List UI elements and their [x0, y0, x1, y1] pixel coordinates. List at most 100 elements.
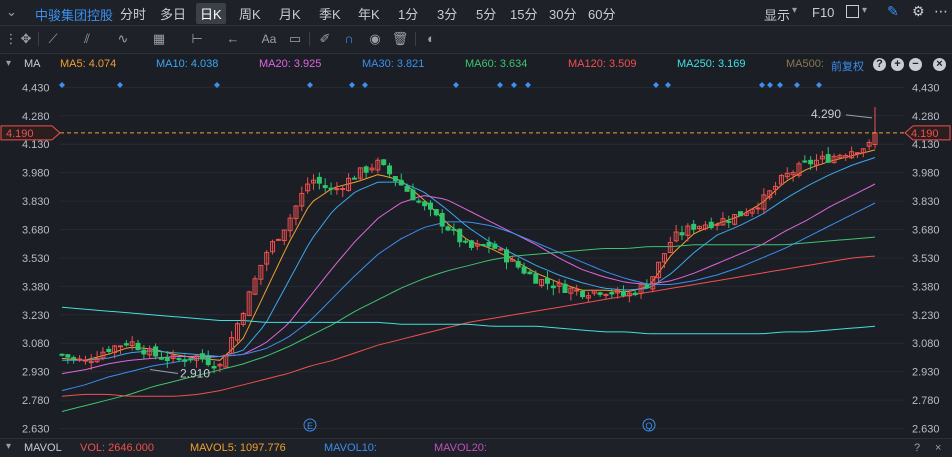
period-tab[interactable]: 月K [275, 3, 305, 24]
y-tick-label-right: 4.280 [912, 111, 940, 123]
toggle-icon[interactable]: ◐ [422, 30, 440, 48]
candle-body [808, 159, 814, 165]
y-tick-label-right: 3.530 [912, 253, 940, 265]
ma60-label: MA60: 3.634 [465, 58, 528, 70]
candle-body [422, 201, 428, 207]
period-tab[interactable]: 分时 [116, 3, 150, 24]
settings-icon[interactable]: ⚙ [912, 3, 925, 20]
ma5-line [61, 149, 876, 361]
magnet-icon[interactable]: ∩ [340, 30, 358, 48]
period-tab[interactable]: 5分 [472, 3, 500, 24]
remove-icon[interactable]: − [909, 58, 922, 71]
period-tab[interactable]: 60分 [584, 3, 619, 24]
y-tick-label-left: 2.780 [22, 395, 50, 407]
indicator-name[interactable]: MA [24, 58, 41, 70]
candle-body [445, 226, 451, 231]
collapse-icon[interactable]: ▾ [6, 441, 11, 452]
candle-body [153, 346, 159, 357]
candle-body [726, 220, 732, 223]
candle-body [468, 240, 474, 248]
ma30-label: MA30: 3.821 [362, 58, 425, 70]
period-tab[interactable]: 年K [354, 3, 384, 24]
candle-body [550, 285, 556, 289]
period-tab[interactable]: 多日 [156, 3, 190, 24]
measure-tool-icon[interactable]: ▦ [150, 30, 168, 48]
drawing-toolbar: ⋮ ✥ ⟋ ⫽ ∿ ▦ ⊢ ← Aa ▭ ✐ ∩ ◉ 🗑 ◐ [0, 26, 952, 54]
candle-body [620, 290, 626, 296]
pen-icon[interactable]: ✎ [887, 3, 899, 20]
adjust-mode[interactable]: 前复权 [831, 58, 864, 74]
ma-indicator-bar: ▾ MA MA5: 4.074 MA10: 4.038 MA20: 3.925 … [0, 54, 952, 76]
y-tick-label-left: 3.830 [22, 196, 50, 208]
candle-body [158, 357, 164, 360]
y-tick-label-right: 2.630 [912, 424, 940, 436]
help-icon[interactable]: ? [873, 58, 886, 71]
range-tool-icon[interactable]: ⊢ [188, 30, 206, 48]
close-icon[interactable]: × [933, 58, 946, 71]
candle-body [123, 343, 129, 346]
vol-indicator-name[interactable]: MAVOL [24, 442, 62, 454]
candle-body [381, 159, 387, 166]
period-tab[interactable]: 3分 [433, 3, 461, 24]
y-tick-label-left: 4.280 [22, 111, 50, 123]
chevron-down-icon[interactable]: ▾ [862, 5, 867, 16]
candle-body [457, 228, 463, 243]
trash-icon[interactable]: 🗑 [391, 30, 409, 48]
candle-body [439, 213, 445, 227]
candle-body [486, 242, 492, 247]
comment-tool-icon[interactable]: ▭ [286, 30, 304, 48]
period-tab[interactable]: 季K [315, 3, 345, 24]
crosshair-icon[interactable]: ✥ [17, 30, 35, 48]
candle-body [416, 200, 422, 203]
event-badges[interactable]: E Q [303, 418, 656, 432]
text-tool-icon[interactable]: Aa [260, 30, 278, 48]
period-tab[interactable]: 15分 [506, 3, 541, 24]
candle-body [59, 353, 65, 356]
candle-body [708, 221, 714, 229]
arrow-tool-icon[interactable]: ← [224, 30, 242, 48]
candle-body [480, 244, 486, 247]
candle-body [737, 211, 743, 217]
event-badge-q[interactable]: Q [645, 421, 652, 431]
ma5-label: MA5: 4.074 [60, 58, 117, 70]
chevron-down-icon[interactable]: ⌄ [6, 4, 17, 20]
f10-button[interactable]: F10 [812, 5, 834, 20]
y-tick-label-right: 3.980 [912, 168, 940, 180]
vol-label: VOL: 2646.000 [80, 442, 155, 454]
candle-body [340, 187, 346, 190]
chevron-down-icon[interactable]: ▾ [792, 5, 797, 16]
period-tab[interactable]: 1分 [394, 3, 422, 24]
collapse-icon[interactable]: ▾ [6, 58, 11, 69]
ma20-line [61, 183, 876, 375]
more-icon[interactable]: ⋯ [934, 3, 948, 20]
channel-tool-icon[interactable]: ⫽ [78, 30, 96, 48]
period-tab-active[interactable]: 日K [196, 3, 226, 24]
y-tick-label-left: 4.430 [22, 82, 50, 94]
current-price-line: 4.190 4.190 [0, 125, 951, 141]
eraser-icon[interactable]: ✐ [316, 30, 334, 48]
add-icon[interactable]: + [891, 58, 904, 71]
candle-body [714, 223, 720, 226]
candle-body [854, 152, 860, 155]
period-tab[interactable]: 周K [235, 3, 265, 24]
kline-chart[interactable]: 4.430 4.280 4.130 3.980 3.830 3.680 3.530 3.380… [0, 76, 952, 438]
display-menu[interactable]: 显示 [764, 5, 790, 24]
help-icon[interactable]: ? [914, 442, 920, 454]
y-tick-label-left: 2.930 [22, 367, 50, 379]
period-tab[interactable]: 30分 [545, 3, 580, 24]
square-icon[interactable] [846, 5, 859, 18]
close-icon[interactable]: × [935, 442, 941, 454]
eye-icon[interactable]: ◉ [366, 30, 384, 48]
candle-body [533, 273, 539, 284]
candle-body [498, 248, 504, 251]
candle-body [515, 261, 521, 268]
candle-body [802, 160, 808, 163]
event-badge-e[interactable]: E [307, 421, 313, 431]
y-tick-label-left: 3.230 [22, 310, 50, 322]
candle-body [176, 358, 182, 361]
line-tool-icon[interactable]: ⟋ [44, 30, 62, 48]
y-tick-label-left: 2.630 [22, 424, 50, 436]
wave-tool-icon[interactable]: ∿ [114, 30, 132, 48]
candle-body [597, 292, 603, 295]
stock-name[interactable]: 中骏集团控股 [35, 5, 113, 24]
